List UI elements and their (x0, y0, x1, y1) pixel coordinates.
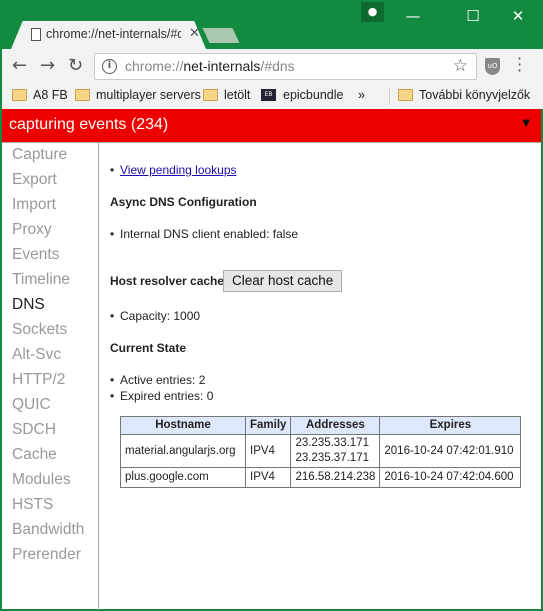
profile-icon[interactable]: ● (361, 2, 384, 22)
sidebar-item-timeline[interactable]: Timeline (12, 271, 70, 289)
family-cell: IPV4 (244, 434, 292, 468)
bookmark-label: epicbundle (283, 88, 344, 102)
host-cache-table: Hostname Family Addresses Expires materi… (120, 416, 522, 488)
capacity: Capacity: 1000 (110, 309, 200, 323)
bookmark-label: A8 FB (33, 88, 68, 102)
bookmark-other[interactable]: További könyvjelzők (398, 88, 530, 102)
bookmark-letolt[interactable]: letölt (203, 88, 250, 102)
ublock-extension-icon[interactable]: uO (485, 58, 500, 75)
host-resolver-cache-heading: Host resolver cache (110, 274, 225, 288)
expires-cell: 2016-10-24 07:42:04.600 (379, 467, 522, 488)
capture-status-bar[interactable]: capturing events (234) ▼ (2, 109, 541, 142)
sidebar-item-http-2[interactable]: HTTP/2 (12, 371, 65, 389)
table-row: material.angularjs.org IPV4 23.235.33.17… (120, 434, 522, 468)
address: 216.58.214.238 (295, 471, 376, 483)
forward-icon[interactable]: → (40, 55, 55, 77)
divider (389, 88, 390, 105)
bookmark-star-icon[interactable]: ☆ (453, 56, 468, 76)
bookmark-label: letölt (224, 88, 251, 102)
sidebar-item-hsts[interactable]: HSTS (12, 496, 53, 514)
clear-host-cache-button[interactable]: Clear host cache (223, 270, 343, 292)
bookmarks-overflow-button[interactable]: » (358, 88, 365, 102)
sidebar-item-modules[interactable]: Modules (12, 471, 71, 489)
column-header: Addresses (290, 416, 381, 435)
close-window-button[interactable]: ✕ (496, 3, 540, 29)
url-path: /#dns (260, 58, 295, 74)
expires-cell: 2016-10-24 07:42:01.910 (379, 434, 522, 468)
address: 23.235.33.171 (295, 437, 369, 449)
async-dns-heading: Async DNS Configuration (110, 195, 257, 209)
folder-icon (12, 89, 27, 101)
sidebar-item-import[interactable]: Import (12, 196, 56, 214)
tab-title: chrome://net-internals/#dns (46, 27, 181, 41)
bookmark-label: További könyvjelzők (419, 88, 531, 102)
bookmark-a8fb[interactable]: A8 FB (12, 88, 68, 102)
bookmark-multiplayer-servers[interactable]: multiplayer servers (75, 88, 201, 102)
sidebar-item-proxy[interactable]: Proxy (12, 221, 52, 239)
sidebar-item-sdch[interactable]: SDCH (12, 421, 56, 439)
sidebar-item-quic[interactable]: QUIC (12, 396, 51, 414)
minimize-button[interactable]: — (391, 3, 435, 29)
sidebar-item-capture[interactable]: Capture (12, 146, 67, 164)
sidebar: Capture Export Import Proxy Events Timeline DN… (2, 143, 99, 610)
column-header: Expires (379, 416, 522, 435)
view-pending-lookups-link[interactable]: View pending lookups (120, 163, 237, 177)
sidebar-item-export[interactable]: Export (12, 171, 57, 189)
toolbar: ← → ↻ i chrome://net-internals/#dns ☆ uO… (2, 49, 543, 84)
status-text: capturing events (234) (9, 116, 169, 133)
url-host: net-internals (183, 58, 261, 74)
address: 23.235.37.171 (295, 452, 369, 464)
new-tab-button[interactable] (202, 28, 240, 43)
sidebar-item-cache[interactable]: Cache (12, 446, 57, 464)
dns-content: View pending lookups Async DNS Configura… (100, 143, 541, 610)
internal-dns-status: Internal DNS client enabled: false (110, 227, 298, 241)
folder-icon (203, 89, 218, 101)
url-scheme: chrome:// (125, 58, 184, 74)
bookmark-epicbundle[interactable]: EB epicbundle (261, 88, 343, 102)
bookmarks-bar: A8 FB multiplayer servers letölt EB epicb… (2, 84, 543, 109)
active-entries: Active entries: 2 (110, 373, 205, 387)
close-tab-icon[interactable]: ✕ (189, 26, 200, 41)
reload-icon[interactable]: ↻ (68, 55, 83, 77)
sidebar-item-sockets[interactable]: Sockets (12, 321, 67, 339)
sidebar-item-prerender[interactable]: Prerender (12, 546, 81, 564)
expired-entries: Expired entries: 0 (110, 389, 213, 403)
column-header: Family (244, 416, 292, 435)
title-bar: ● — ☐ ✕ chrome://net-internals/#dns ✕ (1, 1, 543, 49)
hostname-cell: plus.google.com (120, 467, 246, 488)
back-icon[interactable]: ← (12, 55, 27, 77)
tab-net-internals[interactable]: chrome://net-internals/#dns ✕ (11, 21, 206, 49)
overflow-label: » (358, 88, 365, 102)
net-internals-page: Capture Export Import Proxy Events Timeline DN… (2, 142, 541, 610)
hostname-cell: material.angularjs.org (120, 434, 246, 468)
sidebar-item-events[interactable]: Events (12, 246, 59, 264)
bookmark-label: multiplayer servers (96, 88, 201, 102)
sidebar-item-dns[interactable]: DNS (12, 296, 45, 314)
addresses-cell: 216.58.214.238 (290, 467, 381, 488)
sidebar-item-alt-svc[interactable]: Alt-Svc (12, 346, 61, 364)
maximize-button[interactable]: ☐ (451, 3, 495, 29)
info-icon[interactable]: i (102, 59, 117, 74)
addresses-cell: 23.235.33.171 23.235.37.171 (290, 434, 381, 468)
dropdown-arrow-icon[interactable]: ▼ (522, 118, 530, 129)
folder-icon (398, 89, 413, 101)
table-row: plus.google.com IPV4 216.58.214.238 2016… (120, 467, 522, 488)
page-icon (31, 28, 41, 41)
sidebar-item-bandwidth[interactable]: Bandwidth (12, 521, 84, 539)
current-state-heading: Current State (110, 341, 187, 355)
family-cell: IPV4 (244, 467, 292, 488)
menu-icon[interactable]: · · · (517, 51, 527, 79)
folder-icon (75, 89, 90, 101)
epicbundle-icon: EB (261, 89, 276, 101)
address-bar[interactable]: i chrome://net-internals/#dns ☆ (94, 53, 477, 80)
column-header: Hostname (120, 416, 246, 435)
